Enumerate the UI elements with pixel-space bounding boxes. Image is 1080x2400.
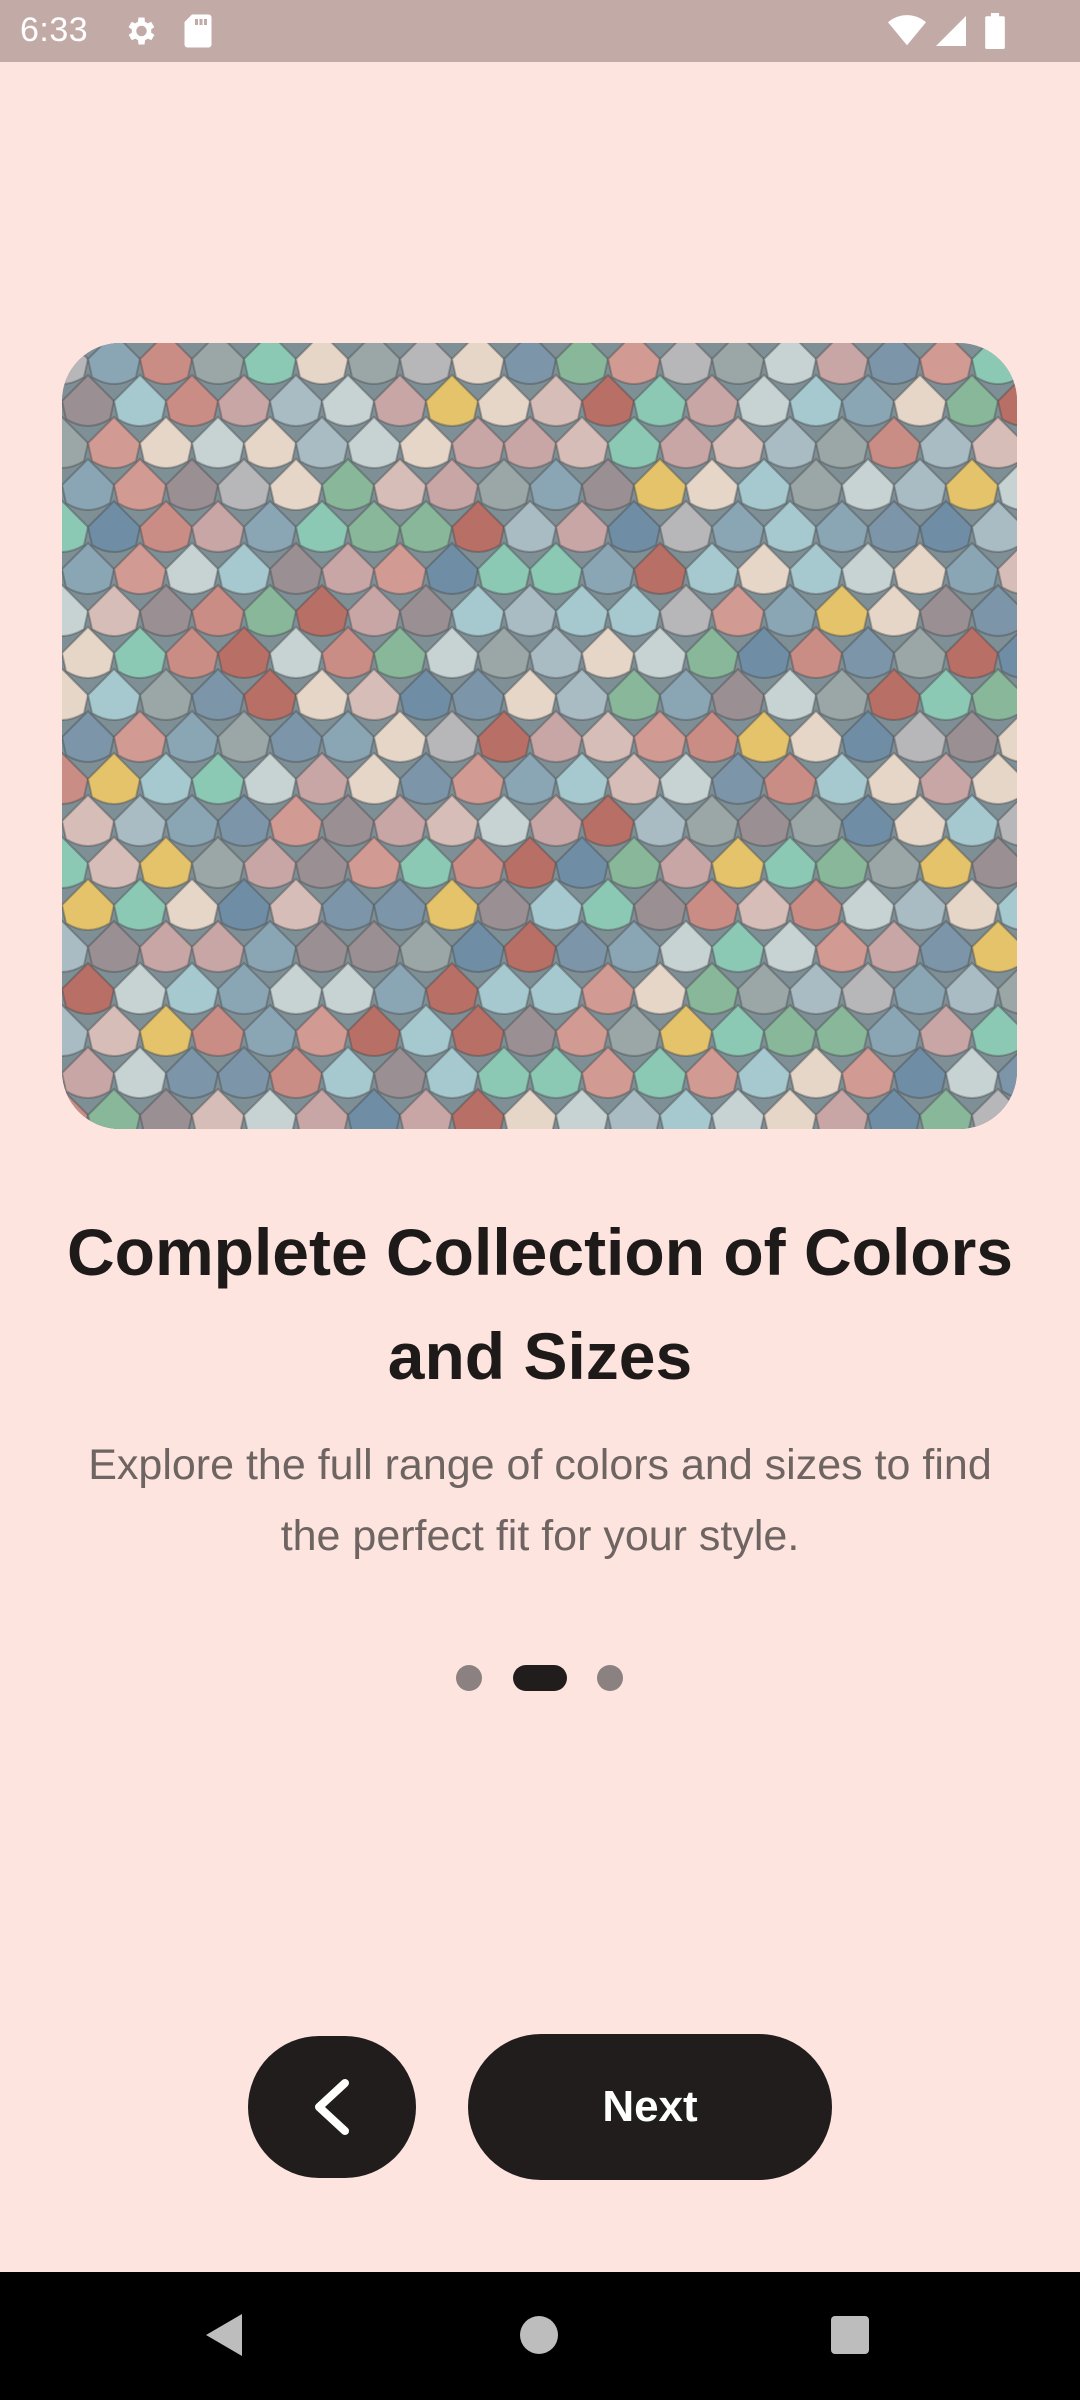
page-dot — [456, 1665, 482, 1691]
page-dot-active — [513, 1665, 567, 1691]
next-button[interactable]: Next — [468, 2034, 832, 2180]
battery-icon — [985, 13, 1005, 49]
hero-tiles-image — [62, 343, 1017, 1129]
system-nav-bar — [0, 2272, 1080, 2400]
sd-card-icon — [184, 14, 212, 48]
status-bar: 6:33 — [0, 0, 1080, 62]
onboarding-subtitle: Explore the full range of colors and siz… — [88, 1441, 992, 1560]
page-indicator — [0, 1665, 1080, 1691]
chevron-left-icon — [315, 2079, 349, 2135]
back-button[interactable] — [248, 2036, 416, 2178]
nav-recents-icon[interactable] — [831, 2316, 869, 2354]
status-time: 6:33 — [20, 11, 89, 49]
gear-icon — [128, 17, 155, 45]
wifi-icon — [888, 15, 926, 46]
cell-signal-icon — [936, 16, 966, 46]
page-dot — [597, 1665, 623, 1691]
onboarding-title: Complete Collection of Colors and Sizes — [66, 1215, 1014, 1393]
nav-back-icon[interactable] — [204, 2312, 244, 2358]
nav-home-icon[interactable] — [520, 2316, 558, 2354]
